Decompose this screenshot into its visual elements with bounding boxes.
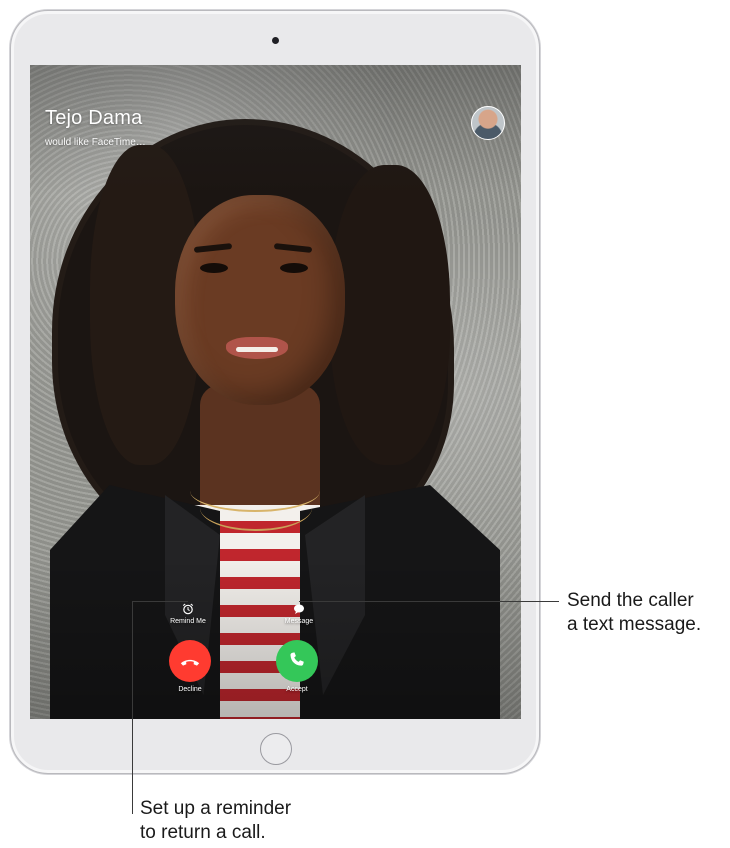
ipad-device: Tejo Dama would like FaceTime… Remind Me… <box>10 10 540 774</box>
remind-me-button[interactable]: Remind Me <box>153 603 223 625</box>
caller-name: Tejo Dama <box>45 107 143 129</box>
call-status-text: would like FaceTime… <box>45 137 146 148</box>
decline-circle[interactable] <box>169 640 211 682</box>
alarm-clock-icon <box>182 603 194 615</box>
front-camera <box>272 37 279 44</box>
callout-message-line2: a text message. <box>567 614 702 635</box>
speech-bubble-icon <box>294 604 304 614</box>
callout-reminder-line1: Set up a reminder <box>140 798 292 819</box>
phone-icon <box>290 652 304 666</box>
callout-reminder: Set up a reminder to return a call. <box>140 797 291 845</box>
message-button[interactable]: Message <box>264 603 334 625</box>
callout-reminder-line2: to return a call. <box>140 822 266 843</box>
decline-label: Decline <box>178 686 202 693</box>
caller-avatar <box>471 106 505 140</box>
callout-line-message <box>299 601 559 603</box>
home-button[interactable] <box>260 733 292 765</box>
callout-line-reminder-vertical <box>132 601 134 814</box>
phone-down-icon <box>180 659 200 666</box>
facetime-incoming-call-screen: Tejo Dama would like FaceTime… Remind Me… <box>30 65 521 719</box>
callout-message: Send the caller a text message. <box>567 589 701 637</box>
callout-message-line1: Send the caller <box>567 590 694 611</box>
callout-line-reminder-horizontal <box>132 601 188 603</box>
accept-button[interactable]: Accept <box>257 640 337 693</box>
accept-circle[interactable] <box>276 640 318 682</box>
decline-button[interactable]: Decline <box>150 640 230 693</box>
accept-label: Accept <box>286 686 308 693</box>
remind-me-label: Remind Me <box>170 618 206 625</box>
message-label: Message <box>284 618 314 625</box>
